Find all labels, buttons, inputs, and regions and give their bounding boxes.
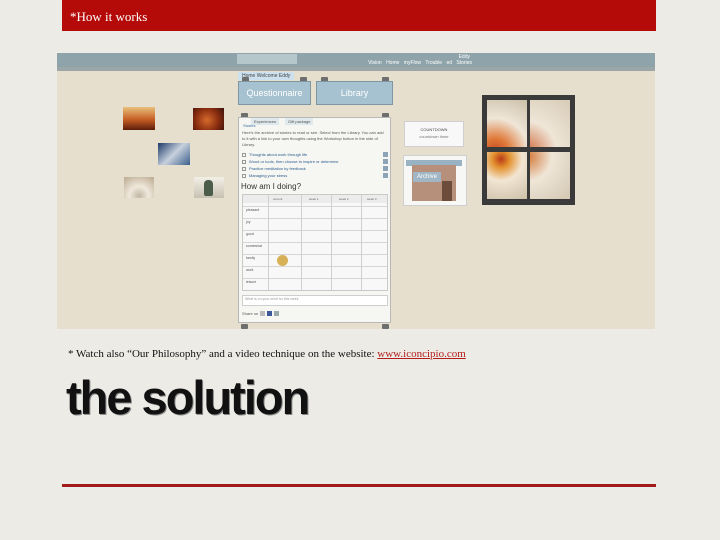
archive-label: Archive (413, 172, 441, 182)
list-item[interactable]: Practice meditation by feedback (242, 166, 388, 171)
questionnaire-panel: Experiences Gift package Stories Here's … (238, 117, 391, 323)
panel-subtab[interactable]: Stories (243, 123, 255, 128)
list-item-label: Managing your stress (249, 173, 288, 178)
row-label: work (246, 268, 254, 272)
grid-header-cell: week 1 (309, 197, 319, 201)
share-icon[interactable] (260, 311, 266, 316)
list-item[interactable]: Wood or tools, then choose to inspire or… (242, 159, 388, 164)
list-item[interactable]: Managing your stress (242, 173, 388, 178)
edit-icon[interactable] (383, 166, 388, 171)
photo-canyon[interactable] (123, 107, 155, 130)
app-topbar: Eddy Vision Home myFlow Trouble ed Stori… (57, 53, 655, 67)
edit-icon[interactable] (383, 152, 388, 157)
facebook-icon[interactable] (267, 311, 273, 316)
checkbox[interactable] (242, 173, 246, 178)
grid-header: current week 1 week 2 week 3 (243, 195, 387, 203)
share-icon[interactable] (274, 311, 280, 316)
pin-icon (241, 324, 248, 329)
app-nav-menu[interactable]: Vision Home myFlow Trouble ed Stories (368, 60, 472, 66)
comment-input[interactable]: What is on your mind for this week (242, 295, 388, 306)
tab-questionnaire[interactable]: Questionnaire (238, 81, 311, 105)
panel-tabs: Experiences Gift package (251, 118, 314, 125)
solution-heading: the solution (66, 371, 310, 424)
row-label: joy (246, 220, 251, 224)
row-label: good (246, 232, 254, 236)
window-image (482, 95, 575, 205)
edit-icon[interactable] (383, 173, 388, 178)
countdown-title: COUNTDOWN (420, 127, 448, 132)
photo-dandelion[interactable] (124, 177, 154, 198)
grid-header-cell: current (273, 197, 283, 201)
row-label: family (246, 256, 256, 260)
share-row: Share on (242, 311, 280, 316)
photo-person[interactable] (194, 177, 224, 198)
countdown-widget[interactable]: COUNTDOWN countdown timer (404, 121, 464, 147)
grid-header-cell: week 2 (339, 197, 349, 201)
edit-icon[interactable] (383, 159, 388, 164)
mood-grid[interactable]: current week 1 week 2 week 3 pleasant jo… (242, 194, 388, 291)
row-label: leisure (246, 280, 257, 284)
footnote-text: * Watch also “Our Philosophy” and a vide… (68, 348, 378, 360)
list-item-label: Thoughts about work through life (249, 152, 308, 157)
slide-title: *How it works (70, 9, 148, 24)
photo-flower[interactable] (193, 108, 224, 130)
checkbox[interactable] (242, 152, 246, 157)
photo-hands[interactable] (158, 143, 190, 165)
row-label: pleasant (246, 208, 260, 212)
countdown-sub: countdown timer (419, 134, 449, 139)
doing-title: How am I doing? (241, 182, 302, 191)
app-screenshot: Eddy Vision Home myFlow Trouble ed Stori… (57, 53, 655, 329)
website-link[interactable]: www.iconcipio.com (377, 348, 466, 360)
pin-icon (382, 324, 389, 329)
list-item-label: Wood or tools, then choose to inspire or… (249, 159, 339, 164)
panel-intro-text: Here's the archive of stories to read or… (242, 130, 384, 147)
bottom-divider (62, 484, 656, 487)
row-label: somewhat (246, 244, 262, 248)
tab-library[interactable]: Library (316, 81, 393, 105)
panel-tab-gift[interactable]: Gift package (285, 118, 314, 125)
slide-header-bar: *How it works (62, 0, 656, 31)
app-search-input[interactable] (237, 54, 297, 64)
share-label: Share on (242, 311, 259, 316)
app-subbar (57, 67, 655, 71)
checkbox[interactable] (242, 166, 246, 171)
list-item[interactable]: Thoughts about work through life (242, 152, 388, 157)
mood-marker[interactable] (277, 255, 288, 266)
checkbox[interactable] (242, 159, 246, 164)
list-item-label: Practice meditation by feedback (249, 166, 306, 171)
archive-door (442, 181, 452, 201)
archive-widget[interactable]: Archive (403, 155, 467, 206)
grid-header-cell: week 3 (367, 197, 377, 201)
footnote: * Watch also “Our Philosophy” and a vide… (68, 348, 466, 360)
